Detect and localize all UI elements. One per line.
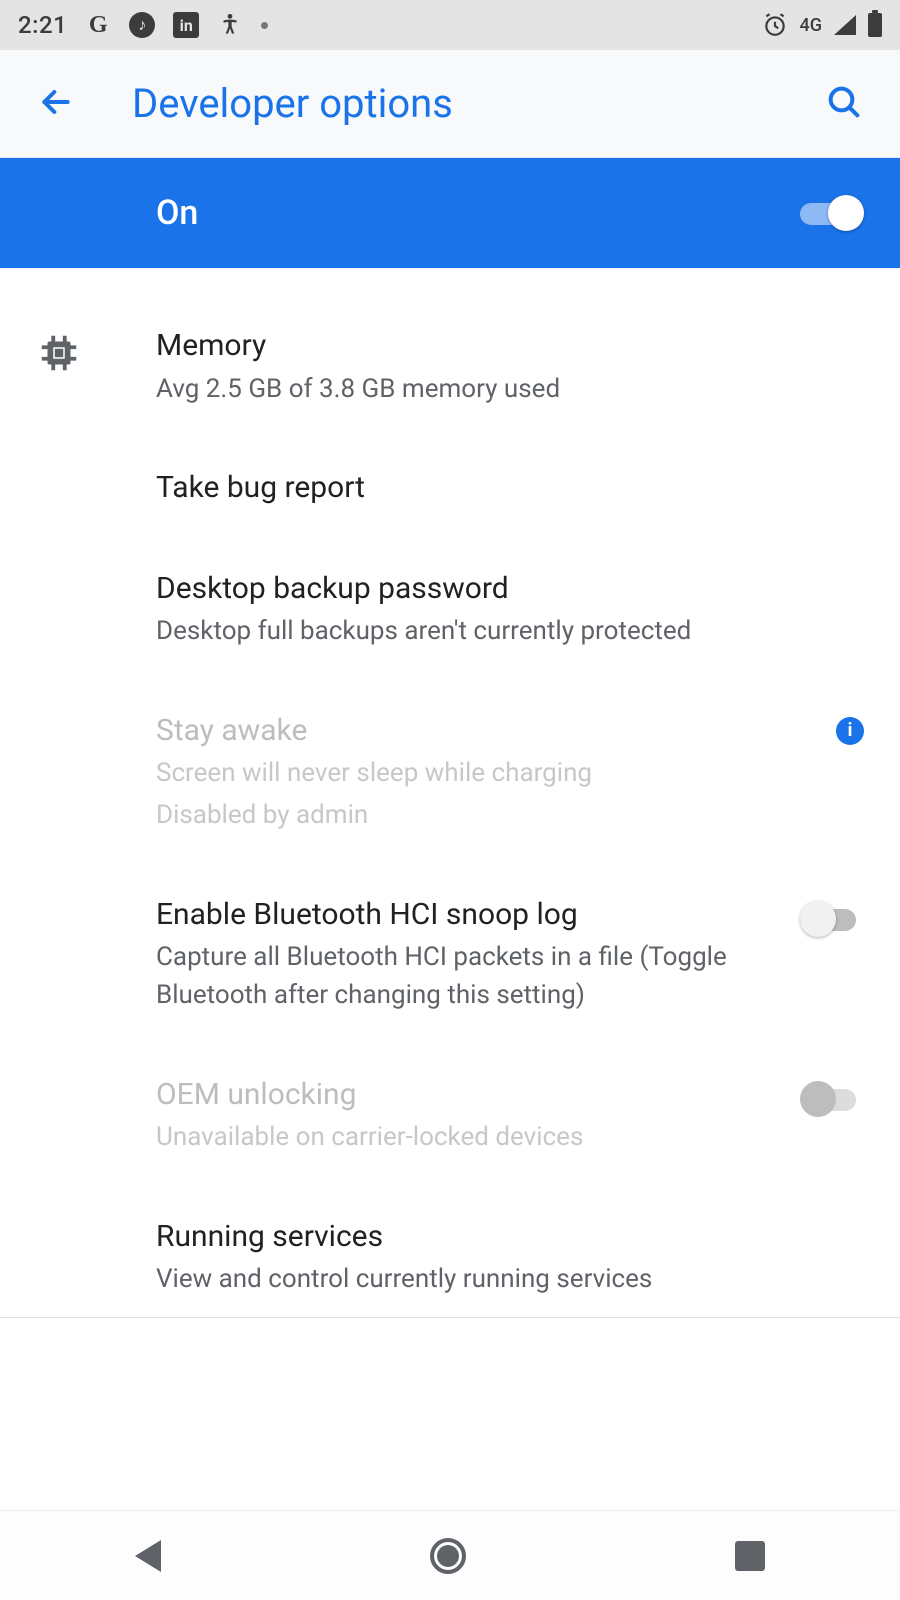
- developer-options-master-toggle[interactable]: On: [0, 158, 900, 268]
- memory-title: Memory: [156, 326, 848, 367]
- hci-title: Enable Bluetooth HCI snoop log: [156, 895, 758, 936]
- nav-recents-button[interactable]: [735, 1541, 765, 1571]
- back-button[interactable]: [36, 82, 76, 126]
- admin-info-icon[interactable]: i: [836, 717, 864, 745]
- master-toggle-label: On: [156, 193, 198, 233]
- stay-awake-sub1: Screen will never sleep while charging: [156, 755, 758, 793]
- app-bar: Developer options: [0, 50, 900, 158]
- desktop-backup-sub: Desktop full backups aren't currently pr…: [156, 613, 848, 651]
- memory-chip-icon: [36, 330, 82, 380]
- music-icon: ♪: [129, 12, 155, 38]
- oem-title: OEM unlocking: [156, 1075, 758, 1116]
- network-type: 4G: [800, 15, 823, 36]
- row-oem-unlocking: OEM unlocking Unavailable on carrier-loc…: [0, 1045, 900, 1187]
- accessibility-icon: [217, 12, 243, 38]
- row-bug-report[interactable]: Take bug report: [0, 438, 900, 539]
- memory-sub: Avg 2.5 GB of 3.8 GB memory used: [156, 371, 848, 409]
- battery-icon: [868, 13, 882, 37]
- search-button[interactable]: [824, 82, 864, 126]
- more-notifications-dot-icon: [261, 22, 268, 29]
- row-memory[interactable]: Memory Avg 2.5 GB of 3.8 GB memory used: [0, 296, 900, 438]
- settings-list: Memory Avg 2.5 GB of 3.8 GB memory used …: [0, 268, 900, 1318]
- google-icon: G: [85, 12, 111, 38]
- row-running-services[interactable]: Running services View and control curren…: [0, 1187, 900, 1317]
- bug-report-title: Take bug report: [156, 468, 848, 509]
- stay-awake-sub2: Disabled by admin: [156, 797, 758, 835]
- running-services-sub: View and control currently running servi…: [156, 1261, 848, 1299]
- master-toggle-switch[interactable]: [800, 195, 864, 231]
- alarm-icon: [762, 12, 788, 38]
- row-stay-awake: Stay awake Screen will never sleep while…: [0, 681, 900, 865]
- hci-toggle-switch[interactable]: [800, 901, 864, 937]
- nav-back-button[interactable]: [135, 1540, 161, 1572]
- stay-awake-title: Stay awake: [156, 711, 758, 752]
- oem-toggle-switch: [800, 1081, 864, 1117]
- desktop-backup-title: Desktop backup password: [156, 569, 848, 610]
- signal-icon: [834, 15, 856, 35]
- running-services-title: Running services: [156, 1217, 848, 1258]
- row-desktop-backup-password[interactable]: Desktop backup password Desktop full bac…: [0, 539, 900, 681]
- system-nav-bar: [0, 1510, 900, 1600]
- oem-sub: Unavailable on carrier-locked devices: [156, 1119, 758, 1157]
- page-title: Developer options: [132, 80, 453, 127]
- row-bluetooth-hci-snoop[interactable]: Enable Bluetooth HCI snoop log Capture a…: [0, 865, 900, 1045]
- hci-sub: Capture all Bluetooth HCI packets in a f…: [156, 939, 758, 1014]
- status-clock: 2:21: [18, 11, 67, 39]
- status-bar: 2:21 G ♪ in 4G: [0, 0, 900, 50]
- nav-home-button[interactable]: [430, 1538, 466, 1574]
- linkedin-icon: in: [173, 12, 199, 38]
